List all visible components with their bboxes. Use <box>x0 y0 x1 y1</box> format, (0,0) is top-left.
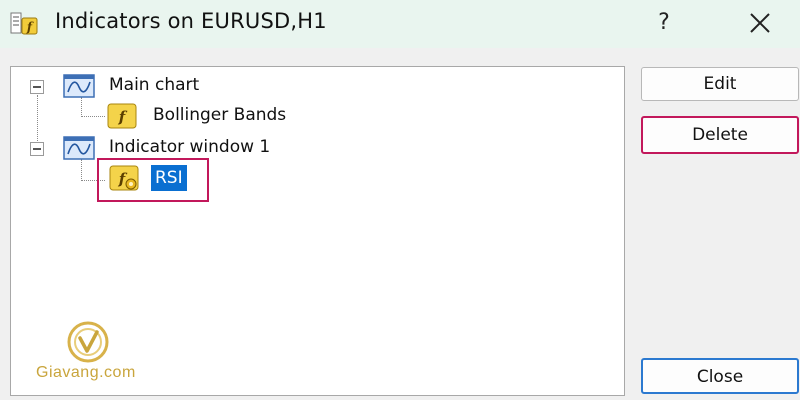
help-button[interactable]: ? <box>648 6 680 40</box>
tree-node-bollinger-bands[interactable]: Bollinger Bands <box>153 105 286 125</box>
tree-node-main-chart[interactable]: Main chart <box>109 75 199 95</box>
edit-button[interactable]: Edit <box>641 67 799 101</box>
expander-main-chart[interactable] <box>30 80 44 94</box>
watermark-text: Giavang.com <box>36 364 136 381</box>
giavang-logo <box>67 321 109 363</box>
tree-connector <box>81 116 105 117</box>
indicator-f-icon: f <box>107 103 137 129</box>
close-button[interactable]: Close <box>641 358 799 394</box>
watermark: Giavang.com <box>36 320 156 386</box>
rsi-highlight-frame <box>97 158 209 202</box>
tree-connector <box>37 95 38 149</box>
delete-button[interactable]: Delete <box>641 116 799 154</box>
tree-node-indicator-window-1[interactable]: Indicator window 1 <box>109 137 270 157</box>
window-title: Indicators on EURUSD,H1 <box>55 9 327 33</box>
indicators-list-icon: f <box>10 12 38 35</box>
close-icon[interactable] <box>742 6 778 40</box>
tree-connector <box>81 159 82 181</box>
title-bar: f Indicators on EURUSD,H1 ? <box>0 0 800 48</box>
tree-connector <box>81 97 82 117</box>
chart-window-icon <box>63 136 95 160</box>
chart-window-icon <box>63 74 95 98</box>
expander-indicator-window-1[interactable] <box>30 142 44 156</box>
